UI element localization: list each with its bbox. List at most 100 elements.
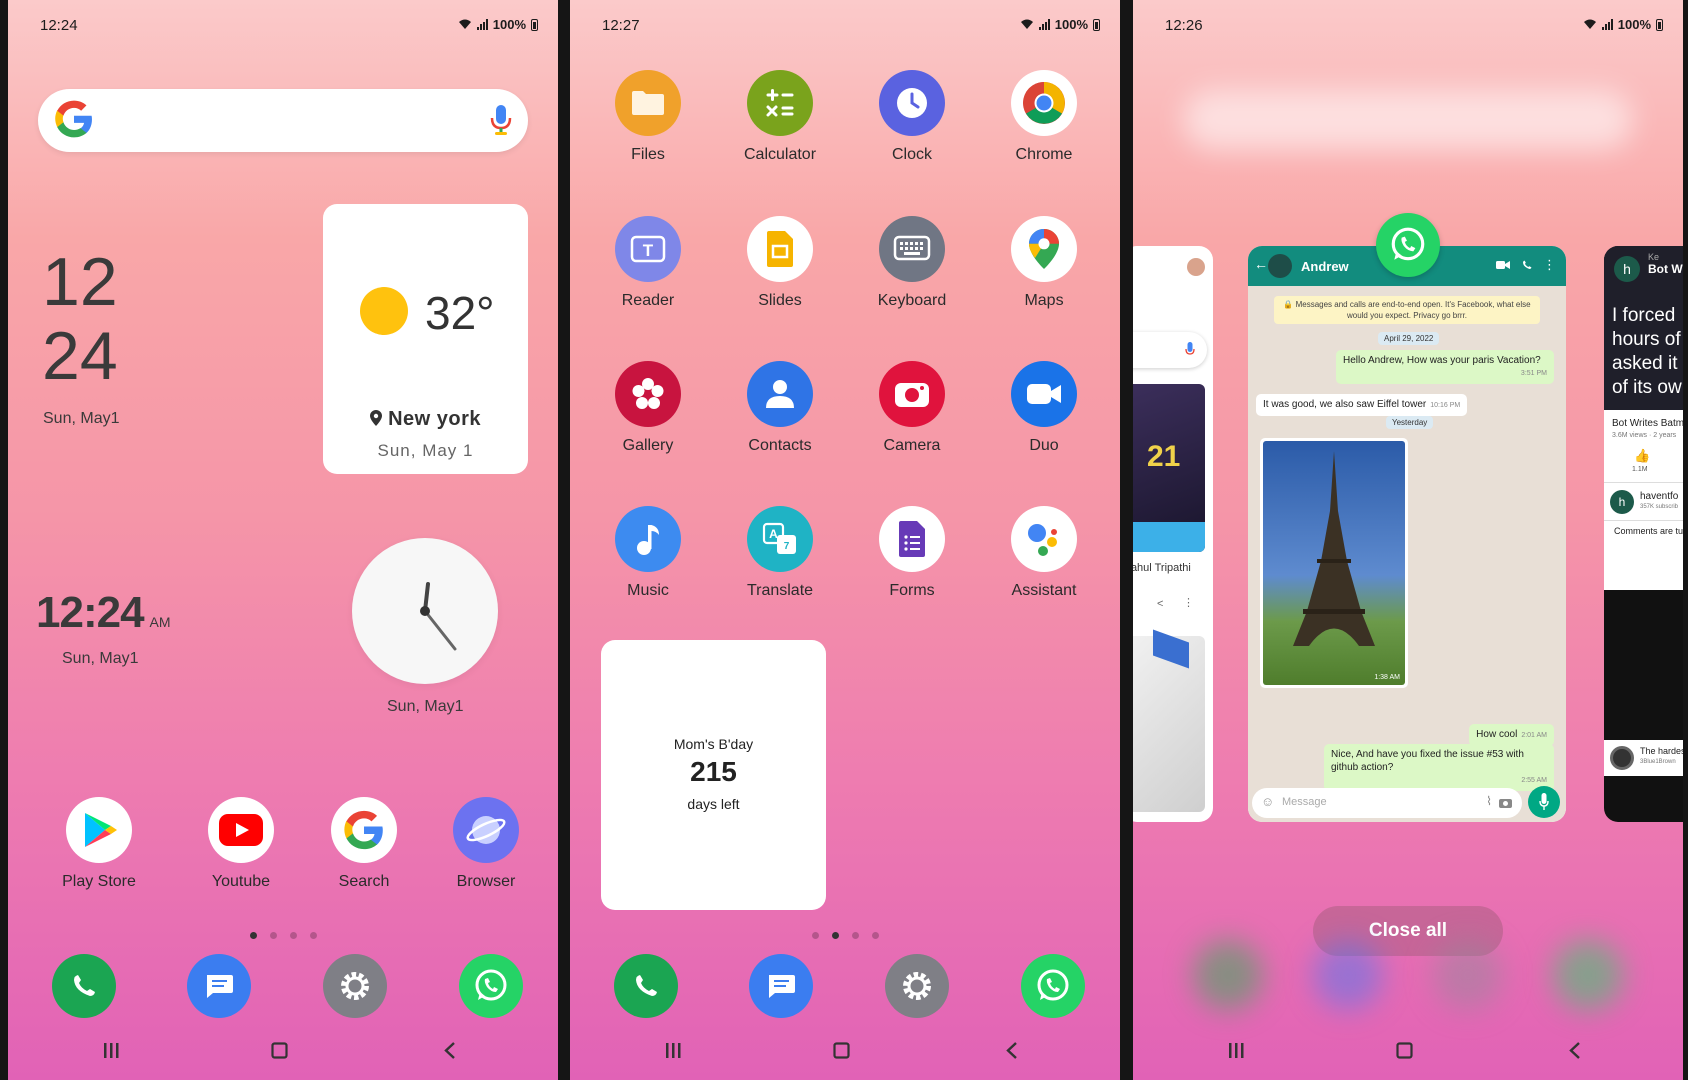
emoji-icon[interactable]: ☺ — [1261, 794, 1274, 809]
app-forms[interactable]: Forms — [852, 506, 972, 600]
video-text-line: I forced — [1612, 305, 1676, 326]
back-button[interactable] — [440, 1040, 460, 1060]
camera-icon[interactable] — [1499, 797, 1512, 808]
battery-percent: 100% — [1617, 17, 1651, 32]
dock-settings[interactable] — [857, 954, 977, 1018]
attach-icon[interactable]: ⌇ — [1486, 794, 1492, 808]
back-button[interactable] — [1002, 1040, 1022, 1060]
home-button[interactable] — [832, 1040, 852, 1060]
app-play-store[interactable]: Play Store — [39, 797, 159, 891]
recent-card-youtube[interactable]: h Ke Bot W I forced hours of asked it of… — [1604, 246, 1683, 822]
message-placeholder: Message — [1282, 796, 1327, 808]
app-label: Keyboard — [877, 292, 947, 309]
app-label: Calculator — [743, 146, 817, 163]
clock-minute: 24 — [42, 318, 118, 394]
app-gallery[interactable]: Gallery — [588, 361, 708, 455]
recent-card-google[interactable]: 21 Rahul Tripathi < ⋮ — [1133, 246, 1213, 822]
blurred-search-bar — [1183, 90, 1633, 150]
dock-settings[interactable] — [295, 954, 415, 1018]
eiffel-tower-drawing — [1293, 451, 1375, 646]
home-button[interactable] — [1395, 1040, 1415, 1060]
digital-clock-widget[interactable]: 12:24 AM — [36, 588, 171, 638]
recent-apps-button[interactable] — [1226, 1040, 1246, 1060]
app-duo[interactable]: Duo — [984, 361, 1104, 455]
app-keyboard[interactable]: Keyboard — [852, 216, 972, 310]
play-store-icon — [66, 797, 132, 863]
message-time: 2:01 AM — [1521, 732, 1547, 739]
home-button[interactable] — [270, 1040, 290, 1060]
dock-whatsapp[interactable] — [993, 954, 1113, 1018]
dock-messages[interactable] — [159, 954, 279, 1018]
google-search-bar[interactable] — [38, 89, 528, 152]
app-camera[interactable]: Camera — [852, 361, 972, 455]
dock-phone[interactable] — [586, 954, 706, 1018]
app-search[interactable]: Search — [304, 797, 424, 891]
avatar — [1187, 258, 1205, 276]
back-arrow-icon[interactable]: ← — [1254, 256, 1268, 272]
dock-messages[interactable] — [721, 954, 841, 1018]
app-slides[interactable]: Slides — [720, 216, 840, 310]
clock-icon — [879, 70, 945, 136]
like-count: 1.1M — [1632, 466, 1648, 473]
app-chrome[interactable]: Chrome — [984, 70, 1104, 164]
app-translate[interactable]: A7 Translate — [720, 506, 840, 600]
whatsapp-app-icon[interactable] — [1376, 213, 1440, 277]
next-video-row[interactable]: The hardes 3Blue1Brown — [1604, 740, 1683, 776]
share-icon[interactable]: < — [1157, 598, 1163, 610]
app-youtube[interactable]: Youtube — [181, 797, 301, 891]
mic-icon[interactable] — [490, 104, 512, 136]
video-text-line: of its ow — [1612, 377, 1682, 398]
app-music[interactable]: Music — [588, 506, 708, 600]
blurred-dock-icon — [1193, 940, 1263, 1010]
date-chip: Yesterday — [1386, 416, 1434, 429]
message-input[interactable]: ☺ Message ⌇ — [1252, 788, 1522, 818]
analog-clock-widget[interactable] — [352, 538, 498, 684]
music-note-icon — [615, 506, 681, 572]
recent-apps-button[interactable] — [663, 1040, 683, 1060]
camera-icon — [879, 361, 945, 427]
sun-icon — [360, 287, 408, 335]
app-contacts[interactable]: Contacts — [720, 361, 840, 455]
countdown-widget[interactable]: Mom's B'day 215 days left — [601, 640, 826, 910]
calculator-icon — [747, 70, 813, 136]
app-files[interactable]: Files — [588, 70, 708, 164]
recent-apps-button[interactable] — [101, 1040, 121, 1060]
message-text: It was good, we also saw Eiffel tower — [1263, 399, 1427, 410]
dock-whatsapp[interactable] — [431, 954, 551, 1018]
app-browser[interactable]: Browser — [426, 797, 546, 891]
signal-icon — [1601, 19, 1613, 30]
big-clock-widget[interactable]: 12 24 — [42, 245, 118, 393]
google-g-icon — [55, 100, 92, 138]
page-indicator — [570, 932, 1120, 939]
blurred-dock-icon — [1433, 940, 1503, 1010]
phone-icon — [52, 954, 116, 1018]
blurred-dock-icon — [1553, 940, 1623, 1010]
message-text: Hello Andrew, How was your paris Vacatio… — [1343, 355, 1541, 366]
battery-icon — [531, 18, 538, 31]
back-button[interactable] — [1565, 1040, 1585, 1060]
navigation-bar — [8, 1040, 558, 1068]
voice-record-button[interactable] — [1528, 786, 1560, 818]
photo-message[interactable]: 1:38 AM — [1260, 438, 1408, 688]
weather-widget[interactable]: 32° New york Sun, May 1 — [323, 204, 528, 474]
gear-icon — [323, 954, 387, 1018]
assistant-dots-icon — [1011, 506, 1077, 572]
video-text-line: asked it — [1612, 353, 1678, 374]
more-icon[interactable]: ⋮ — [1183, 596, 1194, 609]
app-reader[interactable]: T Reader — [588, 216, 708, 310]
app-assistant[interactable]: Assistant — [984, 506, 1104, 600]
app-maps[interactable]: Maps — [984, 216, 1104, 310]
weather-location-label: New york — [388, 408, 481, 430]
home-screen-2: 12:27 100% Files Calculator Clock Chrome… — [570, 0, 1120, 1080]
dock-phone[interactable] — [24, 954, 144, 1018]
menu-icon[interactable]: ⋮ — [1543, 257, 1556, 273]
app-clock[interactable]: Clock — [852, 70, 972, 164]
app-label: Translate — [746, 582, 814, 599]
recent-card-whatsapp[interactable]: ← Andrew ⋮ 🔒 Messages and calls are end-… — [1248, 246, 1566, 822]
app-calculator[interactable]: Calculator — [720, 70, 840, 164]
news-caption: Rahul Tripathi — [1133, 562, 1191, 574]
video-call-icon[interactable] — [1496, 260, 1510, 270]
navigation-bar — [1133, 1040, 1683, 1068]
thumbs-up-icon[interactable]: 👍 — [1634, 448, 1650, 464]
phone-call-icon[interactable] — [1521, 259, 1533, 271]
